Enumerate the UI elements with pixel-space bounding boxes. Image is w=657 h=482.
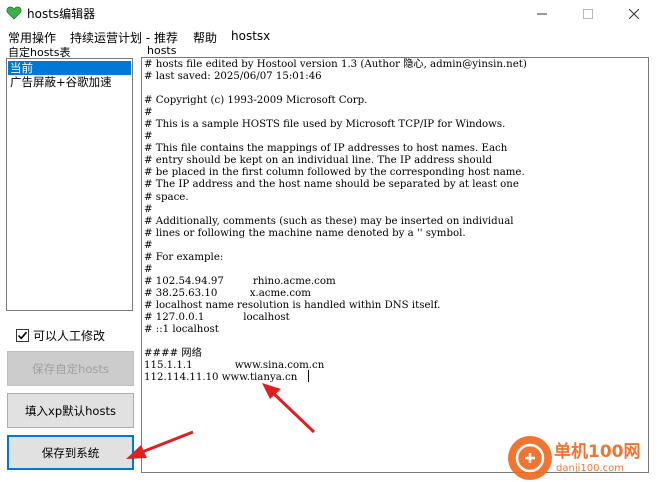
hosts-line[interactable]: # 127.0.0.1 localhost	[144, 312, 527, 324]
title-bar: hosts编辑器	[0, 0, 657, 27]
hosts-line[interactable]: # The IP address and the host name shoul…	[144, 179, 527, 191]
save-custom-hosts-button[interactable]: 保存自定hosts	[7, 351, 134, 386]
hosts-label: hosts	[147, 44, 177, 57]
hosts-line[interactable]: # 38.25.63.10 x.acme.com	[144, 288, 527, 300]
hosts-line[interactable]: # ::1 localhost	[144, 324, 527, 336]
hosts-line[interactable]: # last saved: 2025/06/07 15:01:46	[144, 71, 527, 83]
maximize-icon	[583, 8, 593, 19]
manual-edit-label: 可以人工修改	[33, 328, 106, 343]
close-icon	[629, 8, 639, 19]
close-button[interactable]	[611, 0, 657, 27]
hosts-line[interactable]: 112.114.11.10 www.tianya.cn	[144, 372, 527, 384]
hosts-line[interactable]: # This file contains the mappings of IP …	[144, 143, 527, 155]
text-caret	[308, 370, 309, 382]
hosts-line[interactable]: # Additionally, comments (such as these)…	[144, 216, 527, 228]
hosts-line[interactable]: #	[144, 240, 527, 252]
hosts-line[interactable]: # be placed in the first column followed…	[144, 167, 527, 179]
watermark-brand: 单机100网	[554, 442, 641, 462]
list-item-current[interactable]: 当前	[8, 61, 131, 75]
hosts-line[interactable]: # Copyright (c) 1993-2009 Microsoft Corp…	[144, 95, 527, 107]
hosts-line[interactable]: # space.	[144, 192, 527, 204]
checkmark-icon	[17, 331, 28, 339]
menu-help[interactable]: 帮助	[193, 29, 217, 46]
hosts-line[interactable]: # hosts file edited by Hostool version 1…	[144, 59, 527, 71]
hosts-list[interactable]: 当前 广告屏蔽+谷歌加速	[6, 58, 133, 311]
hosts-line[interactable]: # lines or following the machine name de…	[144, 228, 527, 240]
hosts-line[interactable]: # 102.54.94.97 rhino.acme.com	[144, 276, 527, 288]
hosts-editor[interactable]: # hosts file edited by Hostool version 1…	[141, 57, 649, 473]
window-title: hosts编辑器	[27, 7, 96, 21]
hosts-line[interactable]: #	[144, 204, 527, 216]
manual-edit-checkbox[interactable]	[16, 328, 29, 342]
hosts-line[interactable]: # This is a sample HOSTS file used by Mi…	[144, 119, 527, 131]
hosts-line[interactable]: #### 网络	[144, 348, 527, 360]
manual-edit-checkbox-row[interactable]: 可以人工修改	[16, 327, 105, 343]
maximize-button[interactable]	[565, 0, 611, 27]
watermark-circle-icon	[508, 436, 552, 480]
menu-hostsx[interactable]: hostsx	[231, 29, 270, 43]
watermark-url: danji100.com	[556, 463, 624, 474]
app-heart-icon	[6, 6, 22, 20]
hosts-line[interactable]: # entry should be kept on an individual …	[144, 155, 527, 167]
hosts-line[interactable]: 115.1.1.1 www.sina.com.cn	[144, 360, 527, 372]
hosts-line[interactable]: #	[144, 131, 527, 143]
hosts-line[interactable]: # For example:	[144, 252, 527, 264]
minimize-icon	[537, 13, 547, 14]
fill-xp-default-button[interactable]: 填入xp默认hosts	[7, 393, 134, 428]
watermark-logo: 单机100网 danji100.com	[508, 436, 656, 480]
save-to-system-button[interactable]: 保存到系统	[7, 435, 134, 470]
minimize-button[interactable]	[519, 0, 565, 27]
hosts-line[interactable]	[144, 83, 527, 95]
list-item-adblock[interactable]: 广告屏蔽+谷歌加速	[8, 75, 131, 89]
hosts-line[interactable]: #	[144, 107, 527, 119]
hosts-line[interactable]: # localhost name resolution is handled w…	[144, 300, 527, 312]
hosts-line[interactable]: #	[144, 264, 527, 276]
menu-bar: 常用操作 持续运营计划 - 推荐 帮助 hostsx	[0, 27, 657, 46]
hosts-line[interactable]	[144, 336, 527, 348]
hosts-text[interactable]: # hosts file edited by Hostool version 1…	[144, 59, 527, 384]
